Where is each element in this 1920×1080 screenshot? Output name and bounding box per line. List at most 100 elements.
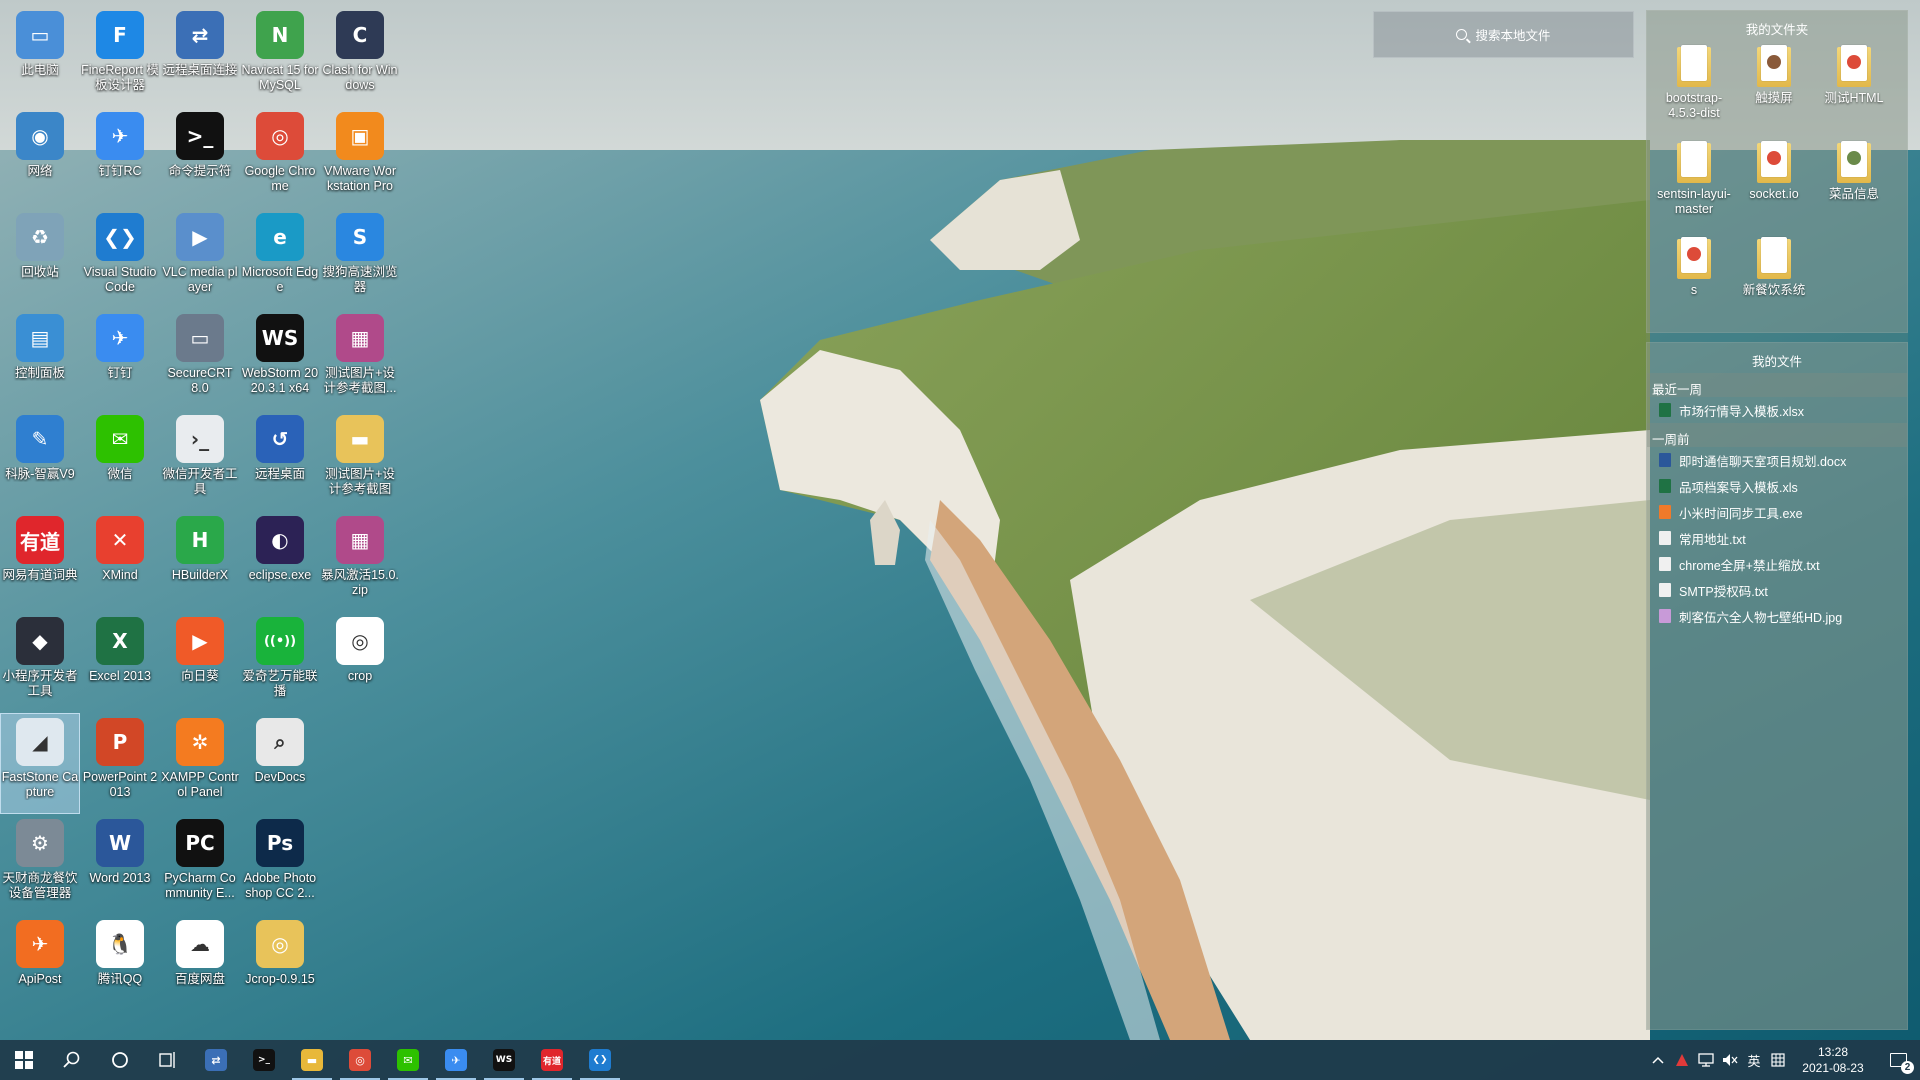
file-item[interactable]: 刺客伍六全人物七壁纸HD.jpg <box>1647 603 1907 629</box>
desktop-icon[interactable]: W Word 2013 <box>80 814 160 915</box>
taskbar-app-webstorm[interactable]: WS <box>480 1040 528 1080</box>
file-icon <box>1659 403 1671 417</box>
folder-item[interactable]: 菜品信息 <box>1814 137 1894 233</box>
desktop-icon[interactable]: ✲ XAMPP Control Panel <box>160 713 240 814</box>
desktop-icon[interactable]: 🐧 腾讯QQ <box>80 915 160 1016</box>
desktop-icon[interactable]: ✎ 科脉-智赢V9 <box>0 410 80 511</box>
desktop-icon[interactable]: ☁ 百度网盘 <box>160 915 240 1016</box>
file-item[interactable]: chrome全屏+禁止缩放.txt <box>1647 551 1907 577</box>
desktop-icon[interactable]: ▣ VMware Workstation Pro <box>320 107 400 208</box>
desktop-icon[interactable]: ((•)) 爱奇艺万能联播 <box>240 612 320 713</box>
desktop-icon[interactable]: ❮❯ Visual Studio Code <box>80 208 160 309</box>
folder-icon <box>1757 237 1791 279</box>
desktop-icon[interactable]: Ps Adobe Photoshop CC 2... <box>240 814 320 915</box>
network-status-button[interactable] <box>1694 1040 1718 1080</box>
folder-item[interactable]: 新餐饮系统 <box>1734 233 1814 329</box>
desktop-icon[interactable]: 有道 网易有道词典 <box>0 511 80 612</box>
clock-time: 13:28 <box>1817 1045 1849 1059</box>
taskbar-app-youdao[interactable]: 有道 <box>528 1040 576 1080</box>
taskbar-app-cmd[interactable]: >_ <box>240 1040 288 1080</box>
winrar-icon: ▦ <box>336 314 384 362</box>
desktop-icon[interactable]: ✈ 钉钉 <box>80 309 160 410</box>
desktop-icon[interactable]: ▶ VLC media player <box>160 208 240 309</box>
empty-slot <box>320 713 400 814</box>
desktop-icon[interactable]: ⌕ DevDocs <box>240 713 320 814</box>
desktop-icon[interactable]: ◆ 小程序开发者工具 <box>0 612 80 713</box>
clock[interactable]: 13:28 2021-08-23 <box>1790 1044 1876 1076</box>
desktop-icon[interactable]: ▭ 此电脑 <box>0 6 80 107</box>
desktop-icon-label: 微信开发者工具 <box>162 467 238 496</box>
file-item[interactable]: 品项档案导入模板.xls <box>1647 473 1907 499</box>
file-item[interactable]: 即时通信聊天室项目规划.docx <box>1647 447 1907 473</box>
desktop-icon[interactable]: N Navicat 15 for MySQL <box>240 6 320 107</box>
faststone-icon: ◢ <box>16 718 64 766</box>
folder-item[interactable]: bootstrap-4.5.3-dist <box>1654 41 1734 137</box>
desktop-icon[interactable]: ◉ 网络 <box>0 107 80 208</box>
file-item[interactable]: 小米时间同步工具.exe <box>1647 499 1907 525</box>
show-hidden-icons-button[interactable] <box>1646 1040 1670 1080</box>
taskbar-search-button[interactable] <box>48 1040 96 1080</box>
desktop-icon[interactable]: X Excel 2013 <box>80 612 160 713</box>
desktop-icon[interactable]: ♻ 回收站 <box>0 208 80 309</box>
desktop-icon[interactable]: ✕ XMind <box>80 511 160 612</box>
desktop-icon[interactable]: ▭ SecureCRT 8.0 <box>160 309 240 410</box>
search-icon <box>1456 29 1468 40</box>
desktop-icon[interactable]: ✉ 微信 <box>80 410 160 511</box>
folder-item[interactable]: 测试HTML <box>1814 41 1894 137</box>
desktop-icon[interactable]: ›_ 微信开发者工具 <box>160 410 240 511</box>
desktop-icon[interactable]: ↺ 远程桌面 <box>240 410 320 511</box>
winrar-icon: ▦ <box>336 516 384 564</box>
desktop-icon[interactable]: S 搜狗高速浏览器 <box>320 208 400 309</box>
desktop-icon[interactable]: C Clash for Windows <box>320 6 400 107</box>
start-button[interactable] <box>0 1040 48 1080</box>
eclipse-icon: ◐ <box>256 516 304 564</box>
desktop-icon-label: 百度网盘 <box>174 972 225 986</box>
desktop-icon[interactable]: ✈ 钉钉RC <box>80 107 160 208</box>
desktop-icon[interactable]: >_ 命令提示符 <box>160 107 240 208</box>
desktop-icon[interactable]: H HBuilderX <box>160 511 240 612</box>
volume-button[interactable] <box>1718 1040 1742 1080</box>
cortana-button[interactable] <box>96 1040 144 1080</box>
desktop-icon[interactable]: ◎ Google Chrome <box>240 107 320 208</box>
desktop-icon-label: PyCharm Community E... <box>164 871 236 900</box>
desktop-icon[interactable]: ⚙ 天财商龙餐饮设备管理器 <box>0 814 80 915</box>
folder-item[interactable]: s <box>1654 233 1734 329</box>
ime-options-button[interactable] <box>1766 1040 1790 1080</box>
desktop-icon[interactable]: ▦ 暴风激活15.0.zip <box>320 511 400 612</box>
tray-app-icon[interactable] <box>1670 1040 1694 1080</box>
desktop-icon[interactable]: ◎ Jcrop-0.9.15 <box>240 915 320 1016</box>
desktop-icon-label: 爱奇艺万能联播 <box>242 669 318 698</box>
folder-item[interactable]: socket.io <box>1734 137 1814 233</box>
action-center-button[interactable]: 2 <box>1876 1040 1920 1080</box>
file-item[interactable]: 市场行情导入模板.xlsx <box>1647 397 1907 423</box>
taskbar-app-file-explorer[interactable]: ▬ <box>288 1040 336 1080</box>
desktop-icon[interactable]: F FineReport 模板设计器 <box>80 6 160 107</box>
desktop-icon[interactable]: P PowerPoint 2013 <box>80 713 160 814</box>
file-item[interactable]: 常用地址.txt <box>1647 525 1907 551</box>
desktop-icon[interactable]: WS WebStorm 2020.3.1 x64 <box>240 309 320 410</box>
desktop-icon[interactable]: ◢ FastStone Capture <box>0 713 80 814</box>
desktop-icon[interactable]: ✈ ApiPost <box>0 915 80 1016</box>
desktop-icon[interactable]: e Microsoft Edge <box>240 208 320 309</box>
desktop-icon[interactable]: ▶ 向日葵 <box>160 612 240 713</box>
desktop-icon[interactable]: ▤ 控制面板 <box>0 309 80 410</box>
desktop-icon[interactable]: ▦ 测试图片+设计参考截图... <box>320 309 400 410</box>
taskbar-app-remote-desktop-connection[interactable]: ⇄ <box>192 1040 240 1080</box>
task-view-button[interactable] <box>144 1040 192 1080</box>
taskbar-app-dingtalk[interactable]: ✈ <box>432 1040 480 1080</box>
desktop-icon[interactable]: ⇄ 远程桌面连接 <box>160 6 240 107</box>
folder-item[interactable]: sentsin-layui-master <box>1654 137 1734 233</box>
taskbar-app-chrome[interactable]: ◎ <box>336 1040 384 1080</box>
desktop-icon[interactable]: ◐ eclipse.exe <box>240 511 320 612</box>
folder-item[interactable]: 触摸屏 <box>1734 41 1814 137</box>
desktop-icon-label: 测试图片+设计参考截图... <box>323 366 397 395</box>
pycharm-icon: PC <box>176 819 224 867</box>
local-file-search-box[interactable]: 搜索本地文件 <box>1373 11 1634 58</box>
file-item[interactable]: SMTP授权码.txt <box>1647 577 1907 603</box>
taskbar-app-vscode[interactable]: ❮❯ <box>576 1040 624 1080</box>
taskbar-app-wechat[interactable]: ✉ <box>384 1040 432 1080</box>
desktop-icon[interactable]: ▬ 测试图片+设计参考截图 <box>320 410 400 511</box>
desktop-icon[interactable]: PC PyCharm Community E... <box>160 814 240 915</box>
input-method-indicator[interactable]: 英 <box>1742 1040 1766 1080</box>
desktop-icon[interactable]: ◎ crop <box>320 612 400 713</box>
